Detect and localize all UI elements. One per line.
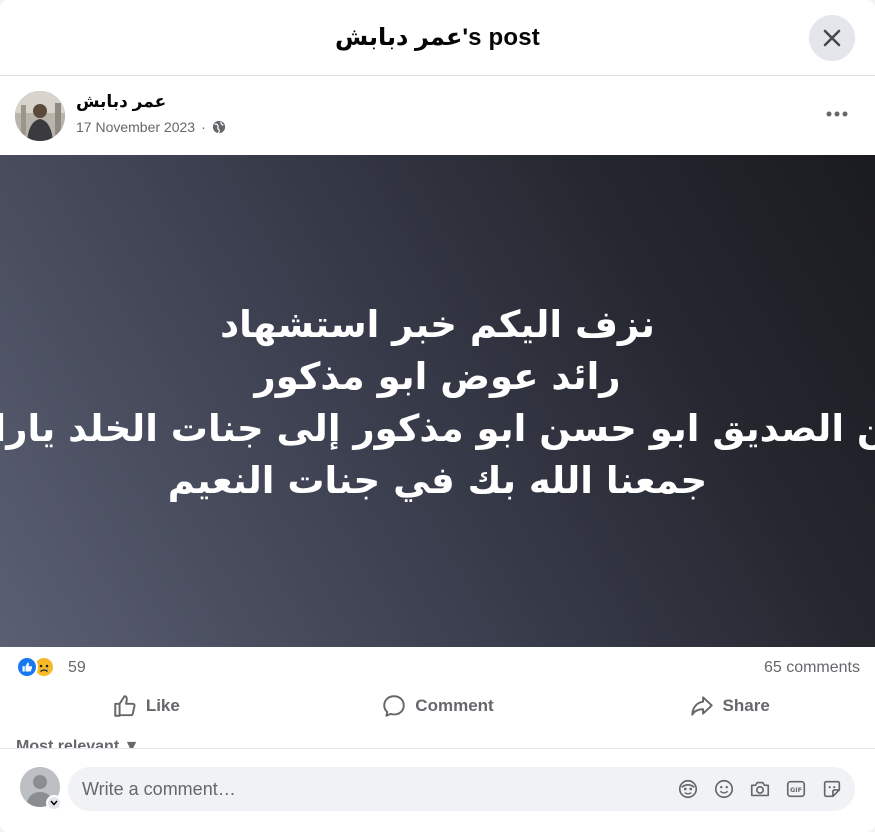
close-icon (823, 29, 841, 47)
avatar-sticker-button[interactable] (677, 778, 699, 800)
composer-tools: GIF (677, 778, 855, 800)
avatar-sticker-icon (678, 779, 698, 799)
reaction-icons[interactable] (16, 656, 55, 678)
camera-button[interactable] (749, 778, 771, 800)
sticker-icon (823, 780, 841, 798)
post-text-line: جمعنا الله بك في جنات النعيم (167, 459, 708, 502)
like-icon (114, 695, 136, 717)
gif-button[interactable]: GIF (785, 778, 807, 800)
emoji-button[interactable] (713, 778, 735, 800)
post-text-background: نزف اليكم خبر استشهاد رائد عوض ابو مذكور… (0, 155, 875, 647)
post-dialog: عمر دبابش's post عمر دبابش 17 November 2… (0, 0, 875, 832)
comments-count[interactable]: 65 comments (764, 659, 860, 677)
sticker-button[interactable] (821, 778, 843, 800)
author-avatar[interactable] (15, 91, 65, 141)
share-label: Share (722, 696, 770, 715)
comment-sort-dropdown[interactable]: Most relevant ▼ (16, 736, 139, 748)
meta-separator: · (201, 119, 206, 135)
more-options-button[interactable] (817, 96, 857, 132)
post-text-line: نزف اليكم خبر استشهاد (220, 303, 655, 346)
gif-icon: GIF (786, 780, 806, 798)
svg-text:GIF: GIF (790, 786, 802, 794)
dialog-header: عمر دبابش's post (0, 0, 875, 76)
page-title: عمر دبابش's post (335, 24, 540, 51)
share-button[interactable]: Share (583, 685, 875, 727)
chevron-down-icon (50, 800, 58, 806)
like-reaction-icon (16, 656, 38, 678)
author-name[interactable]: عمر دبابش (76, 92, 166, 112)
comment-button[interactable]: Comment (292, 685, 584, 727)
post-actions: Like Comment Share (0, 685, 875, 727)
comment-box: GIF (68, 767, 855, 811)
camera-icon (750, 781, 770, 797)
close-button[interactable] (809, 15, 855, 61)
share-icon (690, 696, 713, 716)
emoji-icon (714, 779, 734, 799)
like-button[interactable]: Like (0, 685, 292, 727)
reaction-count[interactable]: 59 (68, 659, 86, 677)
more-dots-icon (826, 111, 848, 117)
profile-switcher-button[interactable] (46, 795, 62, 811)
comment-composer: GIF (0, 748, 875, 832)
globe-icon (212, 120, 225, 134)
comment-label: Comment (415, 696, 494, 715)
post-author-row: عمر دبابش 17 November 2023 · (0, 76, 875, 155)
post-meta: 17 November 2023 · (76, 119, 226, 135)
comment-input[interactable] (68, 778, 677, 800)
post-text: نزف اليكم خبر استشهاد رائد عوض ابو مذكور… (0, 295, 875, 507)
comment-icon (383, 695, 406, 717)
post-text-line: رائد عوض ابو مذكور (254, 355, 621, 398)
post-text-line: ابن الصديق ابو حسن ابو مذكور إلى جنات ال… (0, 407, 875, 450)
sort-label: Most relevant (16, 738, 120, 748)
post-date[interactable]: 17 November 2023 (76, 119, 195, 135)
like-label: Like (145, 696, 180, 715)
chevron-down-icon: ▼ (123, 738, 140, 748)
